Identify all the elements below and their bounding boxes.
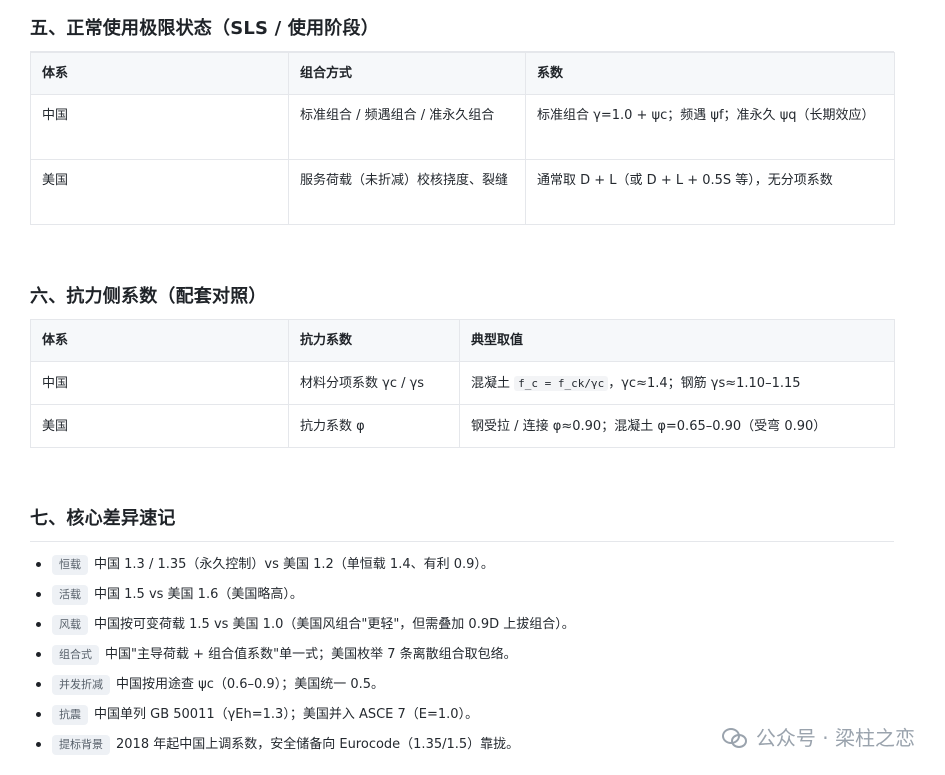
table-header: 典型取值 <box>459 319 895 362</box>
table-header: 体系 <box>30 319 289 362</box>
table-cell: 钢受拉 / 连接 φ≈0.90；混凝土 φ=0.65–0.90（受弯 0.90） <box>459 404 895 448</box>
table-cell: 混凝土 f_c = f_ck/γc ，γc≈1.4；钢筋 γs≈1.10–1.15 <box>459 361 895 405</box>
table-row: 中国 标准组合 / 频遇组合 / 准永久组合 标准组合 γ=1.0 + ψc；频… <box>30 94 895 160</box>
list-item: 活载 中国 1.5 vs 美国 1.6（美国略高）。 <box>36 582 892 612</box>
list-item-text: 中国 1.3 / 1.35（永久控制）vs 美国 1.2（单恒载 1.4、有利 … <box>94 557 494 572</box>
table-cell: 标准组合 γ=1.0 + ψc；频遇 ψf；准永久 ψq（长期效应） <box>525 94 895 160</box>
table-header-row: 体系 组合方式 系数 <box>30 52 895 95</box>
watermark-text: 公众号 · 梁柱之恋 <box>755 726 915 750</box>
table-header: 体系 <box>30 52 289 95</box>
list-item-text: 中国"主导荷载 + 组合值系数"单一式；美国枚举 7 条离散组合取包络。 <box>105 647 517 662</box>
tag-badge: 恒载 <box>52 555 88 575</box>
list-item: 组合式 中国"主导荷载 + 组合值系数"单一式；美国枚举 7 条离散组合取包络。 <box>36 642 892 672</box>
table-cell: 材料分项系数 γc / γs <box>288 361 460 405</box>
section-title-summary: 七、核心差异速记 <box>30 504 894 542</box>
list-item-text: 中国 1.5 vs 美国 1.6（美国略高）。 <box>94 587 303 602</box>
list-item: 并发折减 中国按用途查 ψc（0.6–0.9）；美国统一 0.5。 <box>36 672 892 702</box>
table-cell: 服务荷载（未折减）校核挠度、裂缝 <box>288 159 526 225</box>
section-title-resistance: 六、抗力侧系数（配套对照） <box>30 282 894 320</box>
table-cell: 美国 <box>30 404 289 448</box>
section-summary: 七、核心差异速记 <box>30 504 894 542</box>
sls-table: 体系 组合方式 系数 中国 标准组合 / 频遇组合 / 准永久组合 标准组合 γ… <box>30 52 895 225</box>
watermark: 公众号 · 梁柱之恋 <box>721 722 915 751</box>
table-header: 抗力系数 <box>288 319 460 362</box>
table-header-row: 体系 抗力系数 典型取值 <box>30 319 895 362</box>
cell-text: ，γc≈1.4；钢筋 γs≈1.10–1.15 <box>608 375 801 391</box>
tag-badge: 提标背景 <box>52 735 110 755</box>
tag-badge: 风载 <box>52 615 88 635</box>
tag-badge: 活载 <box>52 585 88 605</box>
section-resistance: 六、抗力侧系数（配套对照） <box>30 282 894 320</box>
tag-badge: 组合式 <box>52 645 99 665</box>
list-item-text: 中国按用途查 ψc（0.6–0.9）；美国统一 0.5。 <box>116 677 385 692</box>
table-cell: 标准组合 / 频遇组合 / 准永久组合 <box>288 94 526 160</box>
table-cell: 通常取 D + L（或 D + L + 0.5S 等），无分项系数 <box>525 159 895 225</box>
table-cell: 美国 <box>30 159 289 225</box>
tag-badge: 抗震 <box>52 705 88 725</box>
table-cell: 中国 <box>30 94 289 160</box>
cell-text: 混凝土 <box>471 375 515 391</box>
resistance-table: 体系 抗力系数 典型取值 中国 材料分项系数 γc / γs 混凝土 f_c =… <box>30 319 895 448</box>
table-row: 中国 材料分项系数 γc / γs 混凝土 f_c = f_ck/γc ，γc≈1… <box>30 361 895 405</box>
tag-badge: 并发折减 <box>52 675 110 695</box>
list-item-text: 2018 年起中国上调系数，安全储备向 Eurocode（1.35/1.5）靠拢… <box>116 737 520 752</box>
list-item: 风载 中国按可变荷载 1.5 vs 美国 1.0（美国风组合"更轻"，但需叠加 0… <box>36 612 892 642</box>
list-item-text: 中国单列 GB 50011（γEh=1.3）；美国并入 ASCE 7（E=1.0… <box>94 707 479 722</box>
table-row: 美国 服务荷载（未折减）校核挠度、裂缝 通常取 D + L（或 D + L + … <box>30 159 895 225</box>
table-row: 美国 抗力系数 φ 钢受拉 / 连接 φ≈0.90；混凝土 φ=0.65–0.9… <box>30 404 895 448</box>
table-cell: 中国 <box>30 361 289 405</box>
table-header: 系数 <box>525 52 895 95</box>
formula-code: f_c = f_ck/γc <box>514 375 609 391</box>
section-title-sls: 五、正常使用极限状态（SLS / 使用阶段） <box>30 14 894 52</box>
table-header: 组合方式 <box>288 52 526 95</box>
section-sls: 五、正常使用极限状态（SLS / 使用阶段） <box>30 14 894 52</box>
list-item: 恒载 中国 1.3 / 1.35（永久控制）vs 美国 1.2（单恒载 1.4、有… <box>36 552 892 582</box>
list-item-text: 中国按可变荷载 1.5 vs 美国 1.0（美国风组合"更轻"，但需叠加 0.9… <box>94 617 575 632</box>
table-cell: 抗力系数 φ <box>288 404 460 448</box>
wechat-icon <box>721 726 748 748</box>
